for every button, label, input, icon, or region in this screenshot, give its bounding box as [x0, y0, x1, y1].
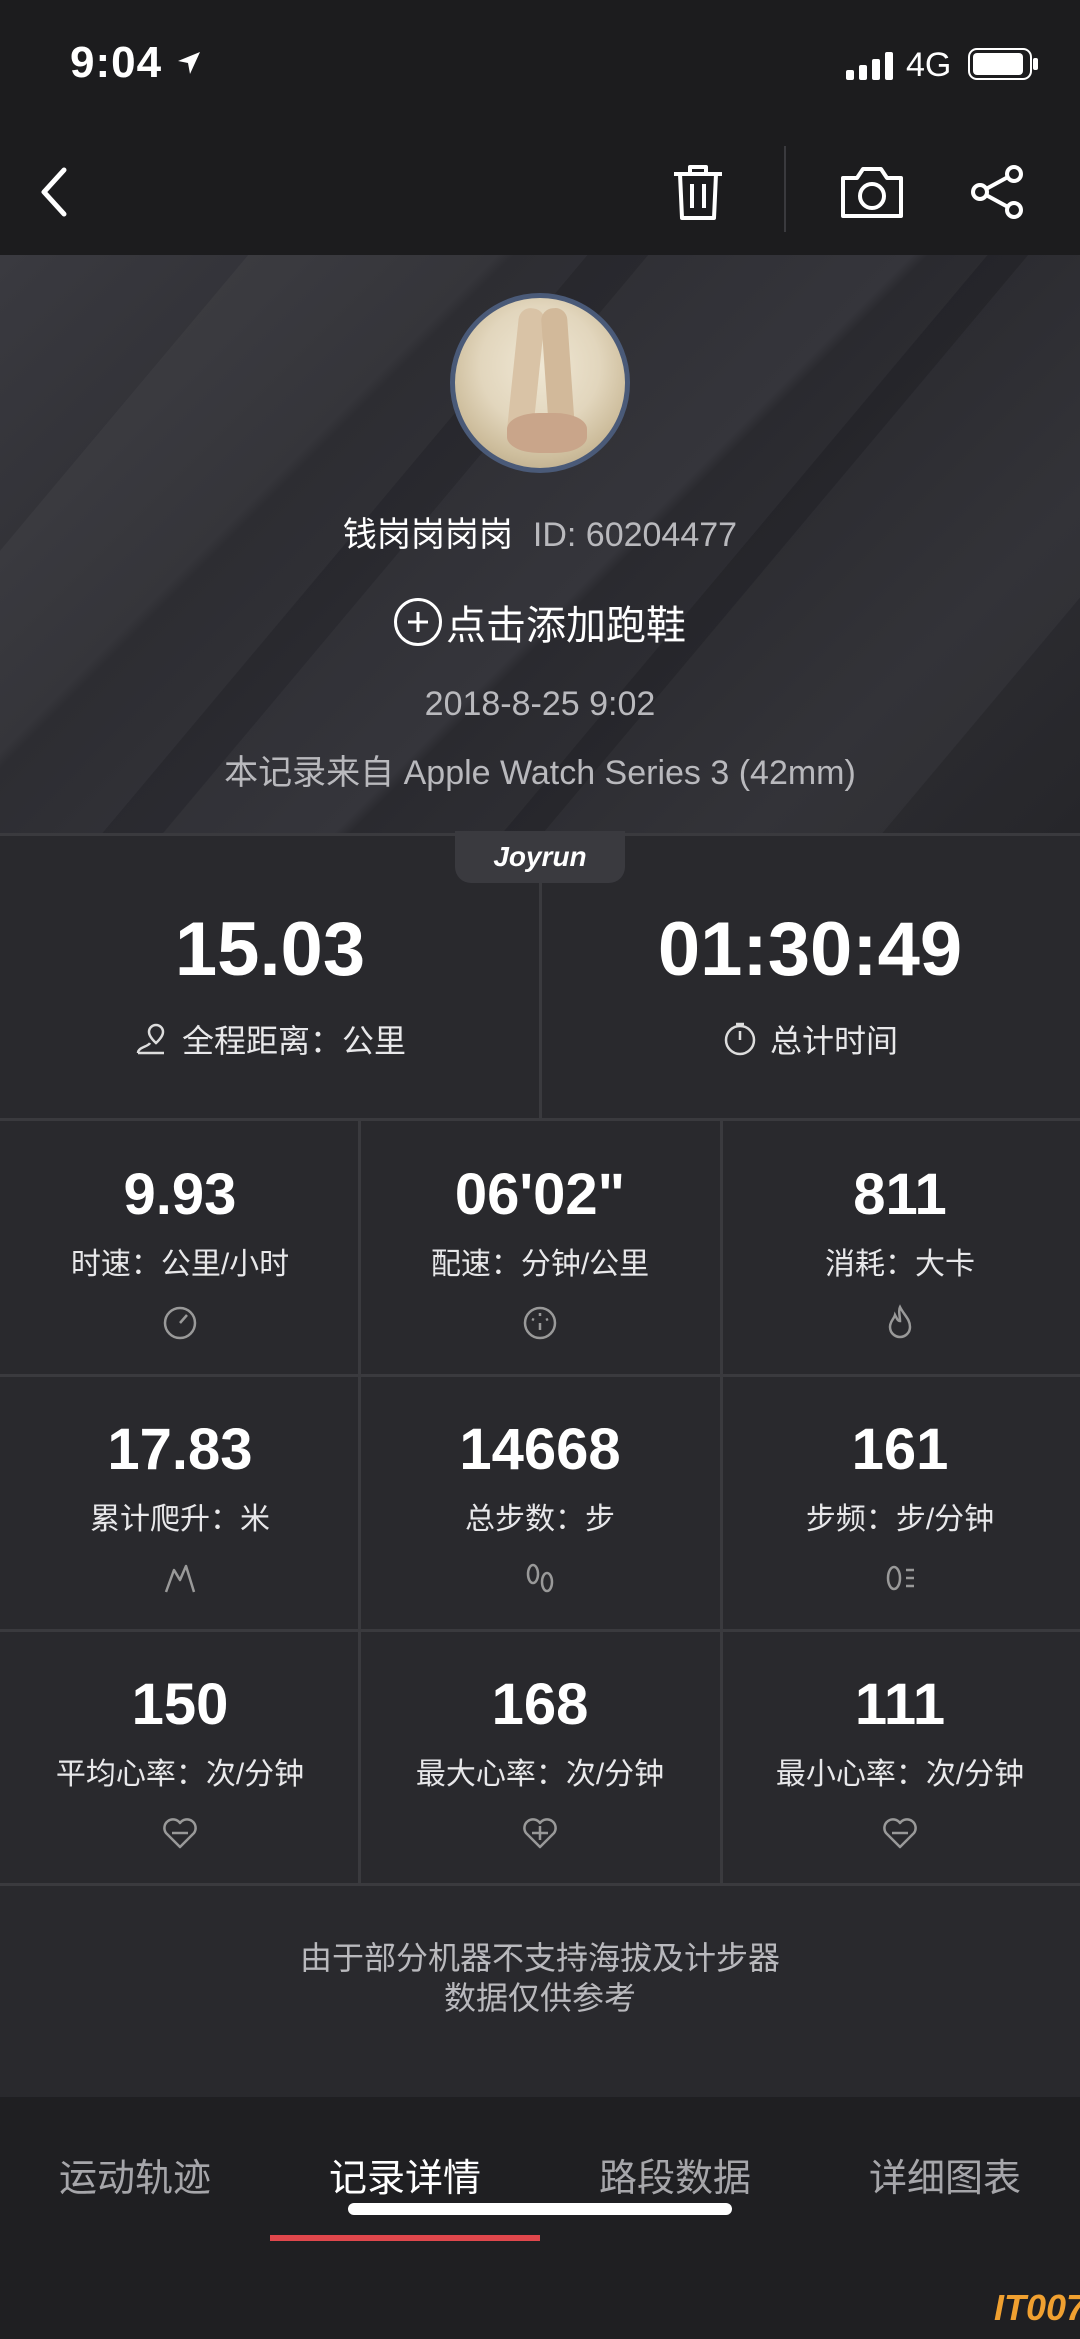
- heart-avg-icon: [163, 1818, 197, 1849]
- speedometer-icon: [163, 1306, 197, 1340]
- share-icon: [971, 165, 1023, 219]
- avatar-photo-part: [507, 413, 587, 453]
- location-arrow-icon: [178, 52, 200, 74]
- calories-value: 811: [853, 1162, 947, 1227]
- delete-button[interactable]: [658, 152, 738, 232]
- max-heart-rate-value: 168: [491, 1672, 589, 1737]
- status-bar: 9:04 4G: [0, 0, 1080, 130]
- pace-gauge-icon: [523, 1306, 557, 1340]
- active-tab-indicator: [270, 2235, 540, 2241]
- add-shoe-label: 点击添加跑鞋: [446, 604, 686, 648]
- stopwatch-icon: [724, 1022, 756, 1056]
- back-icon: [41, 167, 67, 217]
- max-heart-rate-label: 最大心率：次/分钟: [415, 1758, 665, 1791]
- duration-label-row: 总计时间: [540, 1016, 1080, 1062]
- watermark: IT007: [994, 2287, 1080, 2328]
- duration-cell: 01:30:49 总计时间: [540, 836, 1080, 1121]
- tab-record-details[interactable]: 记录详情: [270, 2147, 540, 2202]
- record-source: 本记录来自 Apple Watch Series 3 (42mm): [224, 754, 856, 792]
- min-heart-rate-cell: 111 最小心率：次/分钟: [720, 1631, 1080, 1885]
- avg-heart-rate-cell: 150 平均心率：次/分钟: [0, 1631, 360, 1885]
- bottom-tab-bar: 运动轨迹 记录详情 路段数据 详细图表: [0, 2097, 1080, 2339]
- duration-value: 01:30:49: [657, 907, 963, 992]
- avg-heart-rate-label: 平均心率：次/分钟: [55, 1758, 305, 1791]
- distance-label-row: 全程距离：公里: [0, 1016, 540, 1062]
- steps-label: 总步数：步: [465, 1503, 615, 1536]
- top-navbar: [0, 130, 1080, 255]
- calories-label: 消耗：大卡: [825, 1248, 975, 1281]
- speed-value: 9.93: [123, 1162, 237, 1227]
- cadence-icon: [886, 1565, 914, 1591]
- battery-icon: [968, 48, 1038, 80]
- tab-detailed-charts[interactable]: 详细图表: [810, 2147, 1080, 2202]
- disclaimer-line-1: 由于部分机器不支持海拔及计步器: [299, 1940, 780, 1976]
- cadence-label: 步频：步/分钟: [805, 1503, 995, 1536]
- climb-icon: [164, 1564, 196, 1593]
- camera-icon: [841, 167, 903, 218]
- navbar-divider: [784, 146, 786, 232]
- stats-panel: 15.03 全程距离：公里 01:30:49 总计时间 Joyrun 9.93 …: [0, 831, 1080, 2097]
- camera-button[interactable]: [832, 152, 912, 232]
- data-disclaimer: 由于部分机器不支持海拔及计步器 数据仅供参考: [0, 1938, 1080, 2018]
- tab-split-data[interactable]: 路段数据: [540, 2147, 810, 2202]
- max-heart-rate-cell: 168 最大心率：次/分钟: [360, 1631, 720, 1885]
- heart-min-icon: [883, 1818, 917, 1849]
- footprints-icon: [526, 1563, 554, 1593]
- profile-header: 钱岗岗岗岗 ID: 60204477 点击添加跑鞋 2018-8-25 9:02 …: [0, 255, 1080, 833]
- distance-cell: 15.03 全程距离：公里: [0, 836, 540, 1121]
- user-line: 钱岗岗岗岗 ID: 60204477: [0, 507, 1080, 556]
- calories-cell: 811 消耗：大卡: [720, 1121, 1080, 1375]
- share-button[interactable]: [958, 152, 1038, 232]
- trash-icon: [674, 165, 722, 220]
- network-type: 4G: [906, 46, 952, 84]
- avg-heart-rate-value: 150: [131, 1672, 229, 1737]
- back-button[interactable]: [14, 152, 94, 232]
- route-icon: [136, 1023, 165, 1055]
- pace-cell: 06'02" 配速：分钟/公里: [360, 1121, 720, 1375]
- plus-circle-icon: [394, 598, 442, 646]
- user-id: ID: 60204477: [532, 516, 738, 554]
- heart-max-icon: [523, 1818, 557, 1849]
- record-date: 2018-8-25 9:02: [424, 685, 656, 723]
- elevation-label: 累计爬升：米: [90, 1503, 270, 1536]
- flame-icon: [888, 1304, 912, 1339]
- pace-label: 配速：分钟/公里: [430, 1248, 650, 1281]
- min-heart-rate-value: 111: [854, 1672, 946, 1737]
- distance-label: 全程距离：公里: [181, 1023, 406, 1059]
- avatar[interactable]: [450, 293, 630, 473]
- tab-track[interactable]: 运动轨迹: [0, 2147, 270, 2202]
- cadence-cell: 161 步频：步/分钟: [720, 1376, 1080, 1630]
- disclaimer-line-2: 数据仅供参考: [443, 1980, 636, 2016]
- status-time: 9:04: [70, 38, 163, 87]
- distance-value: 15.03: [174, 907, 366, 992]
- cadence-value: 161: [851, 1417, 949, 1482]
- signal-icon: [846, 52, 893, 80]
- speed-label: 时速：公里/小时: [70, 1248, 290, 1281]
- home-indicator[interactable]: [348, 2203, 732, 2215]
- elevation-cell: 17.83 累计爬升：米: [0, 1376, 360, 1630]
- duration-label: 总计时间: [769, 1023, 898, 1059]
- add-shoe-button[interactable]: 点击添加跑鞋: [0, 593, 1080, 651]
- min-heart-rate-label: 最小心率：次/分钟: [775, 1758, 1025, 1791]
- steps-value: 14668: [459, 1417, 621, 1482]
- steps-cell: 14668 总步数：步: [360, 1376, 720, 1630]
- pace-value: 06'02": [454, 1162, 626, 1227]
- user-name: 钱岗岗岗岗: [342, 516, 513, 554]
- speed-cell: 9.93 时速：公里/小时: [0, 1121, 360, 1375]
- elevation-value: 17.83: [107, 1417, 253, 1482]
- joyrun-badge: Joyrun: [455, 831, 625, 883]
